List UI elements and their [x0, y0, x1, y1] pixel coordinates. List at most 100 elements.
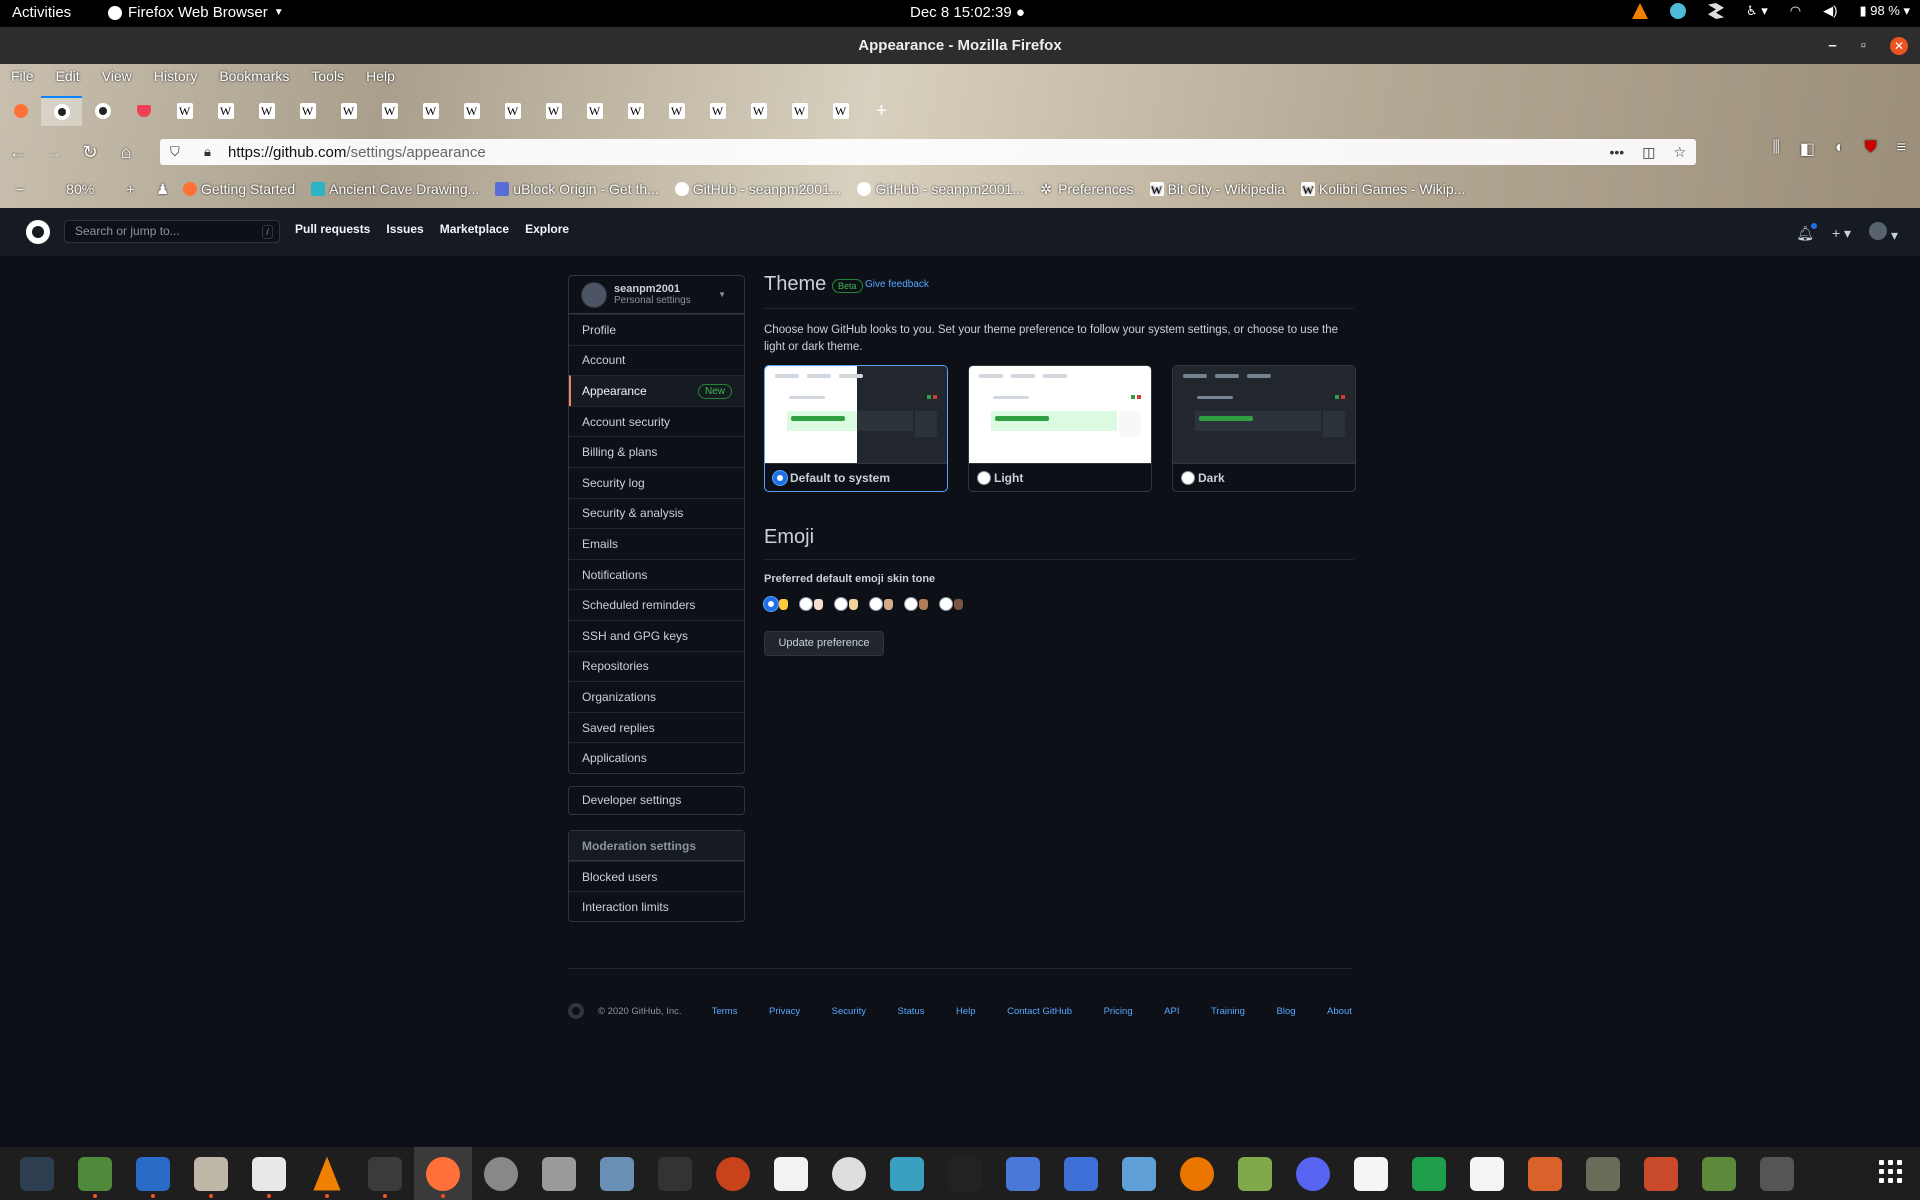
- tab-wikipedia[interactable]: W: [287, 96, 328, 126]
- theme-option-system[interactable]: Default to system: [764, 365, 948, 492]
- dock-app[interactable]: [1748, 1147, 1806, 1200]
- dock-system-monitor[interactable]: [8, 1147, 66, 1200]
- dock-typora[interactable]: [1458, 1147, 1516, 1200]
- minimize-icon[interactable]: –: [1828, 27, 1836, 64]
- maximize-icon[interactable]: ▫: [1861, 27, 1866, 64]
- bookmark-item[interactable]: ✲ Preferences: [1032, 181, 1141, 197]
- system-tray[interactable]: ♿ ▾ ◠ ◀) ▮ 98 % ▾: [1631, 3, 1910, 19]
- dock-calculator[interactable]: [356, 1147, 414, 1200]
- github-logo-icon[interactable]: [26, 220, 50, 244]
- dock-gimp[interactable]: [1574, 1147, 1632, 1200]
- hamburger-menu-icon[interactable]: ≡: [1897, 139, 1906, 159]
- close-window-button[interactable]: ✕: [1890, 36, 1908, 55]
- pocket-icon[interactable]: ◫: [1642, 144, 1655, 161]
- battery-icon[interactable]: ▮ 98 % ▾: [1859, 3, 1910, 19]
- dock-impress[interactable]: [1516, 1147, 1574, 1200]
- theme-radio-system[interactable]: [773, 471, 787, 485]
- notifications-bell-icon[interactable]: 🔔︎: [1796, 222, 1817, 242]
- bookmark-item[interactable]: uBlock Origin - Get th...: [487, 181, 667, 197]
- menu-tools[interactable]: Tools: [300, 64, 355, 90]
- bookmark-item[interactable]: Ancient Cave Drawing...: [303, 181, 487, 197]
- tab-wikipedia[interactable]: W: [410, 96, 451, 126]
- show-applications-icon[interactable]: [1879, 1160, 1902, 1183]
- dock-discord[interactable]: [1284, 1147, 1342, 1200]
- bookmark-user-icon[interactable]: ♟: [156, 181, 169, 198]
- tab-wikipedia[interactable]: W: [574, 96, 615, 126]
- skin-tone-radio[interactable]: [904, 597, 918, 611]
- dock-firefox[interactable]: [414, 1147, 472, 1200]
- dock-blender[interactable]: [1168, 1147, 1226, 1200]
- footer-link-contact[interactable]: Contact GitHub: [1007, 1006, 1072, 1017]
- dock-files[interactable]: [182, 1147, 240, 1200]
- skin-tone-option[interactable]: [869, 597, 893, 611]
- nav-pull-requests[interactable]: Pull requests: [295, 222, 370, 236]
- forward-icon[interactable]: →: [36, 142, 72, 163]
- nav-marketplace[interactable]: Marketplace: [440, 222, 509, 236]
- tab-wikipedia[interactable]: W: [205, 96, 246, 126]
- dock-image-viewer[interactable]: [530, 1147, 588, 1200]
- footer-link-training[interactable]: Training: [1211, 1006, 1245, 1017]
- tab-wikipedia[interactable]: W: [820, 96, 861, 126]
- lock-icon[interactable]: 🔒︎: [204, 144, 216, 160]
- dock-text-editor[interactable]: [240, 1147, 298, 1200]
- dock-tasks[interactable]: [994, 1147, 1052, 1200]
- tab-wikipedia[interactable]: W: [615, 96, 656, 126]
- sidebar-item-scheduled-reminders[interactable]: Scheduled reminders: [569, 589, 744, 620]
- skin-tone-radio[interactable]: [869, 597, 883, 611]
- sidebar-item-blocked-users[interactable]: Blocked users: [569, 861, 744, 891]
- zoom-in-icon[interactable]: +: [126, 181, 134, 197]
- volume-icon[interactable]: ◀): [1823, 3, 1837, 19]
- bookmark-item[interactable]: GitHub - seanpm2001...: [849, 181, 1032, 197]
- sidebar-item-account-security[interactable]: Account security: [569, 405, 744, 437]
- sidebar-item-profile[interactable]: Profile: [569, 314, 744, 345]
- menu-view[interactable]: View: [91, 64, 143, 90]
- activities-button[interactable]: Activities: [12, 4, 71, 21]
- sidebar-item-security-analysis[interactable]: Security & analysis: [569, 497, 744, 529]
- search-input[interactable]: Search or jump to... /: [64, 220, 280, 243]
- tab-firefox[interactable]: [0, 96, 41, 126]
- url-text[interactable]: https://github.com/settings/appearance: [228, 144, 486, 161]
- bookmark-item[interactable]: W Kolibri Games - Wikip...: [1293, 181, 1473, 197]
- dock-terminal[interactable]: [646, 1147, 704, 1200]
- skin-tone-option[interactable]: [799, 597, 823, 611]
- tab-pocket[interactable]: [123, 96, 164, 126]
- dock-minecraft[interactable]: [1690, 1147, 1748, 1200]
- skin-tone-radio[interactable]: [764, 597, 778, 611]
- wifi-icon[interactable]: ◠: [1790, 3, 1801, 19]
- dock-screenshot[interactable]: [1052, 1147, 1110, 1200]
- menu-bookmarks[interactable]: Bookmarks: [208, 64, 300, 90]
- dock-app[interactable]: [936, 1147, 994, 1200]
- dock-settings[interactable]: [472, 1147, 530, 1200]
- tab-wikipedia[interactable]: W: [451, 96, 492, 126]
- account-switcher[interactable]: seanpm2001 Personal settings ▼: [569, 276, 744, 314]
- tab-wikipedia[interactable]: W: [697, 96, 738, 126]
- dock-writer[interactable]: [124, 1147, 182, 1200]
- sidebar-item-repositories[interactable]: Repositories: [569, 650, 744, 682]
- menu-history[interactable]: History: [143, 64, 209, 90]
- skin-tone-radio[interactable]: [939, 597, 953, 611]
- dock-vlc[interactable]: [298, 1147, 356, 1200]
- skin-tone-radio[interactable]: [799, 597, 813, 611]
- dock-app[interactable]: [1632, 1147, 1690, 1200]
- theme-radio-light[interactable]: [977, 471, 991, 485]
- footer-link-blog[interactable]: Blog: [1277, 1006, 1296, 1017]
- nav-issues[interactable]: Issues: [386, 222, 423, 236]
- library-icon[interactable]: ⫼: [1772, 139, 1779, 159]
- sidebar-icon[interactable]: ◧: [1800, 139, 1815, 159]
- clock[interactable]: Dec 8 15:02:39 ●: [910, 4, 1025, 21]
- sidebar-item-emails[interactable]: Emails: [569, 528, 744, 559]
- bookmark-item[interactable]: W Bit City - Wikipedia: [1142, 181, 1293, 197]
- tab-wikipedia[interactable]: W: [533, 96, 574, 126]
- sidebar-item-notifications[interactable]: Notifications: [569, 558, 744, 590]
- extension-icon[interactable]: ◐: [1835, 139, 1845, 159]
- bookmark-star-icon[interactable]: ☆: [1673, 144, 1686, 161]
- sidebar-item-security-log[interactable]: Security log: [569, 466, 744, 498]
- create-new-plus-icon[interactable]: + ▾: [1832, 225, 1851, 242]
- dock-app[interactable]: [762, 1147, 820, 1200]
- user-menu[interactable]: ▾: [1869, 222, 1898, 244]
- cloud-tray-icon[interactable]: [1669, 3, 1686, 19]
- zoom-level[interactable]: 80%: [60, 181, 100, 197]
- tab-wikipedia[interactable]: W: [369, 96, 410, 126]
- dock-app[interactable]: [704, 1147, 762, 1200]
- sidebar-item-appearance[interactable]: Appearance New: [569, 375, 744, 406]
